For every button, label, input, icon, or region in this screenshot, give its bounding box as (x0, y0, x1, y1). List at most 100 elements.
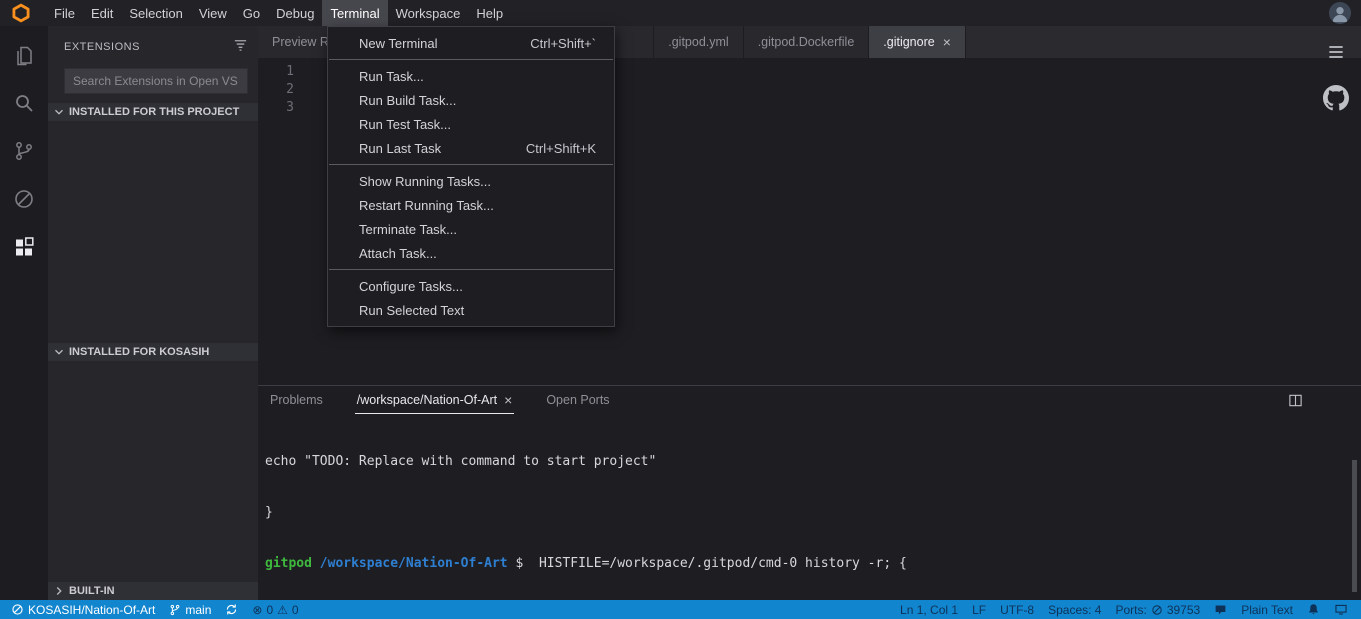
menu-item-terminate-task[interactable]: Terminate Task... (328, 217, 614, 241)
terminal-line: } (265, 505, 273, 520)
menu-item-go[interactable]: Go (235, 0, 268, 26)
line-number-gutter: 1 2 3 (258, 63, 316, 117)
chevron-right-icon (52, 584, 66, 598)
tab-label: .gitignore (883, 35, 935, 49)
panel-tab-label: Open Ports (546, 393, 610, 407)
section-installed-project[interactable]: INSTALLED FOR THIS PROJECT (48, 103, 258, 121)
warning-count: 0 (291, 602, 299, 617)
statusbar-cursor-position[interactable]: Ln 1, Col 1 (893, 600, 965, 619)
tab-label: .gitpod.Dockerfile (757, 35, 855, 49)
panel-tab-label: Problems (270, 393, 323, 407)
statusbar-language[interactable]: Plain Text (1234, 600, 1300, 619)
error-count: 0 (266, 602, 274, 617)
extensions-icon[interactable] (11, 234, 37, 260)
tab-label: .gitpod.yml (668, 35, 729, 49)
menu-item-view[interactable]: View (191, 0, 235, 26)
sidebar-title: EXTENSIONS (64, 41, 140, 53)
extensions-sidebar: EXTENSIONS INSTALLED FOR THIS PROJECT IN… (48, 26, 258, 600)
error-icon: ⊗ (252, 602, 263, 617)
chevron-down-icon (52, 105, 66, 119)
sidebar-header: EXTENSIONS (48, 26, 258, 57)
statusbar-eol[interactable]: LF (965, 600, 993, 619)
menu-separator (329, 269, 613, 270)
extensions-search-input[interactable] (64, 68, 248, 94)
menu-item-edit[interactable]: Edit (83, 0, 121, 26)
user-avatar[interactable] (1329, 2, 1351, 24)
right-rail (1323, 42, 1349, 116)
gitpod-logo-icon[interactable] (6, 0, 36, 26)
terminal-output[interactable]: echo "TODO: Replace with command to star… (265, 419, 1341, 598)
menu-separator (329, 164, 613, 165)
ide-window: File Edit Selection View Go Debug Termin… (0, 0, 1361, 619)
terminal-scrollbar[interactable] (1352, 460, 1357, 592)
panel-tab-label: /workspace/Nation-Of-Art (356, 392, 498, 407)
panel-tab-terminal[interactable]: /workspace/Nation-Of-Art × (354, 386, 515, 414)
chevron-down-icon (52, 345, 66, 359)
menu-item-new-terminal[interactable]: New Terminal Ctrl+Shift+` (328, 31, 614, 55)
statusbar-problems[interactable]: ⊗ 0 ⚠ 0 (245, 600, 305, 619)
line-number: 1 (286, 64, 294, 79)
menubar: File Edit Selection View Go Debug Termin… (0, 0, 1361, 26)
warning-icon: ⚠ (277, 602, 288, 617)
panel-tab-open-ports[interactable]: Open Ports (544, 386, 611, 414)
status-left: KOSASIH/Nation-Of-Art main ⊗ 0 ⚠ 0 (0, 600, 306, 619)
terminal-line: echo "TODO: Replace with command to star… (265, 454, 657, 469)
section-built-in[interactable]: BUILT-IN (48, 582, 258, 600)
section-label: BUILT-IN (69, 585, 115, 597)
close-icon[interactable]: × (943, 35, 951, 49)
statusbar-sync[interactable] (218, 600, 245, 619)
section-label: INSTALLED FOR KOSASIH (69, 346, 210, 358)
menu-item-selection[interactable]: Selection (121, 0, 190, 26)
menu-item-workspace[interactable]: Workspace (388, 0, 469, 26)
menu-item-attach-task[interactable]: Attach Task... (328, 241, 614, 265)
menu-item-run-selected-text[interactable]: Run Selected Text (328, 298, 614, 322)
menu-item-show-running-tasks[interactable]: Show Running Tasks... (328, 169, 614, 193)
filter-icon[interactable] (233, 37, 248, 57)
statusbar-indentation[interactable]: Spaces: 4 (1041, 600, 1108, 619)
statusbar-branch[interactable]: main (162, 600, 218, 619)
menu-item-terminal[interactable]: Terminal (322, 0, 388, 26)
notifications-bell-icon[interactable] (1300, 600, 1327, 619)
section-label: INSTALLED FOR THIS PROJECT (69, 106, 240, 118)
panel-tab-problems[interactable]: Problems (268, 386, 325, 414)
split-panel-icon[interactable] (1288, 393, 1303, 413)
menu-item-run-last-task[interactable]: Run Last Task Ctrl+Shift+K (328, 136, 614, 160)
bottom-panel: Problems /workspace/Nation-Of-Art × Open… (258, 385, 1361, 600)
search-icon[interactable] (11, 90, 37, 116)
menubar-items: File Edit Selection View Go Debug Termin… (46, 0, 511, 26)
menu-item-configure-tasks[interactable]: Configure Tasks... (328, 274, 614, 298)
statusbar-encoding[interactable]: UTF-8 (993, 600, 1041, 619)
panel-tab-bar: Problems /workspace/Nation-Of-Art × Open… (258, 386, 1361, 414)
line-number: 2 (286, 82, 294, 97)
screen-icon[interactable] (1327, 600, 1355, 619)
menu-item-file[interactable]: File (46, 0, 83, 26)
status-right: Ln 1, Col 1 LF UTF-8 Spaces: 4 Ports: 39… (893, 600, 1361, 619)
tab-gitignore[interactable]: .gitignore × (869, 26, 966, 58)
line-number: 3 (286, 100, 294, 115)
menu-item-run-task[interactable]: Run Task... (328, 64, 614, 88)
menu-item-debug[interactable]: Debug (268, 0, 322, 26)
circle-slash-icon[interactable] (11, 186, 37, 212)
section-installed-user[interactable]: INSTALLED FOR KOSASIH (48, 343, 258, 361)
menu-item-run-build-task[interactable]: Run Build Task... (328, 88, 614, 112)
close-icon[interactable]: × (504, 393, 512, 407)
menu-item-help[interactable]: Help (468, 0, 511, 26)
list-icon[interactable] (1326, 42, 1346, 67)
workspace-name: KOSASIH/Nation-Of-Art (28, 602, 156, 617)
tab-gitpod-yml[interactable]: .gitpod.yml (654, 26, 744, 58)
files-icon[interactable] (11, 42, 37, 68)
statusbar-feedback[interactable] (1207, 600, 1234, 619)
branch-name: main (185, 602, 212, 617)
terminal-line: gitpod /workspace/Nation-Of-Art $ HISTFI… (265, 556, 907, 571)
activity-bar (0, 26, 48, 600)
statusbar-ports[interactable]: Ports: 39753 (1108, 600, 1207, 619)
menu-separator (329, 59, 613, 60)
tab-gitpod-dockerfile[interactable]: .gitpod.Dockerfile (743, 26, 870, 58)
statusbar-remote[interactable]: KOSASIH/Nation-Of-Art (4, 600, 162, 619)
github-icon[interactable] (1323, 85, 1349, 116)
status-bar: KOSASIH/Nation-Of-Art main ⊗ 0 ⚠ 0 Ln 1,… (0, 600, 1361, 619)
terminal-menu: New Terminal Ctrl+Shift+` Run Task... Run… (327, 26, 615, 327)
menu-item-restart-running-task[interactable]: Restart Running Task... (328, 193, 614, 217)
source-control-icon[interactable] (11, 138, 37, 164)
menu-item-run-test-task[interactable]: Run Test Task... (328, 112, 614, 136)
